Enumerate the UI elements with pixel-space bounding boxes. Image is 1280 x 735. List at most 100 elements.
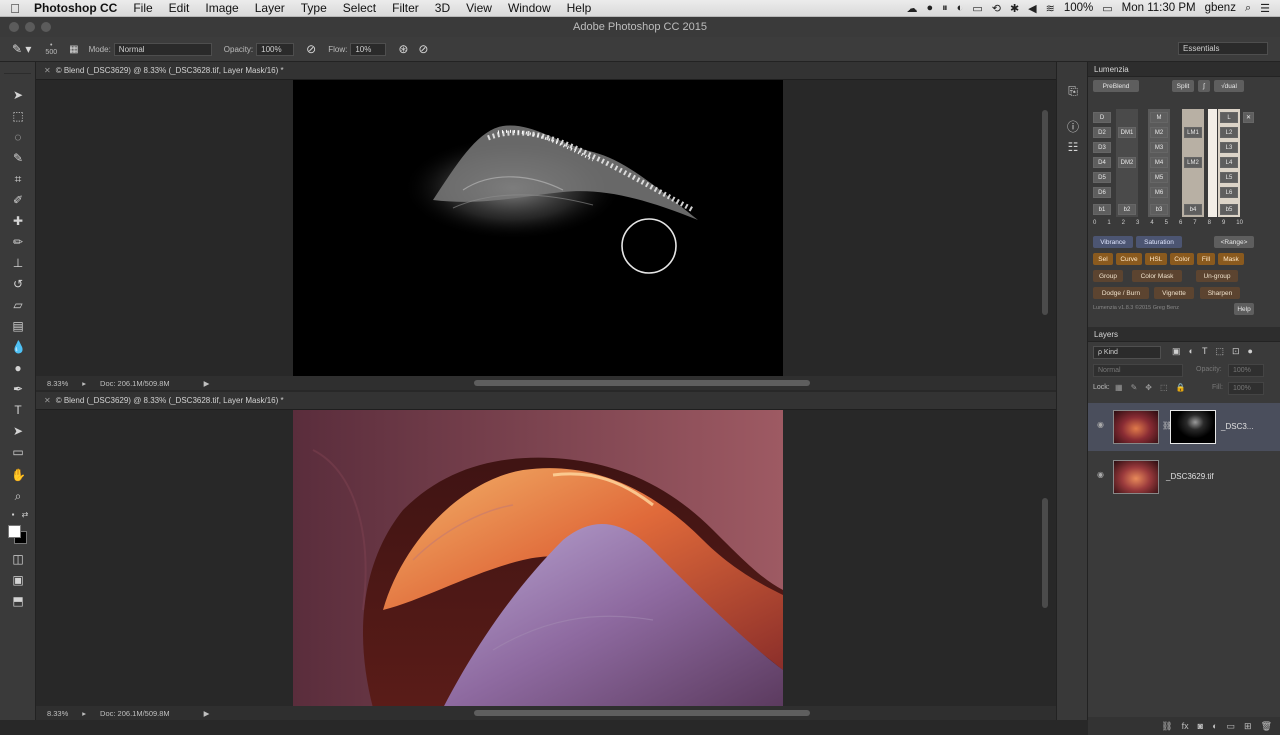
hand-tool-icon[interactable]: ✋ xyxy=(11,468,25,482)
visibility-eye-icon[interactable]: ◉ xyxy=(1097,470,1107,479)
d-button[interactable]: D xyxy=(1093,112,1111,123)
lm1-button[interactable]: LM1 xyxy=(1184,127,1202,138)
time-machine-icon[interactable]: ⟲ xyxy=(992,2,1001,15)
cloud-icon[interactable]: ☁ xyxy=(907,2,918,15)
brush-size-picker[interactable]: • 500 xyxy=(45,42,57,56)
brush-tool-icon[interactable]: ✏ xyxy=(11,235,25,249)
shape-tool-icon[interactable]: ▭ xyxy=(11,445,25,459)
lasso-tool-icon[interactable]: ◌ xyxy=(11,130,25,144)
filter-toggle-icon[interactable]: ● xyxy=(1248,346,1253,357)
menu-window[interactable]: Window xyxy=(500,1,559,15)
foreground-color-swatch[interactable] xyxy=(8,525,21,538)
status-arrow-icon[interactable]: ▶ xyxy=(204,379,210,388)
menu-view[interactable]: View xyxy=(458,1,500,15)
close-window-button[interactable] xyxy=(9,22,19,32)
saturation-button[interactable]: Saturation xyxy=(1136,236,1182,248)
menu-layer[interactable]: Layer xyxy=(247,1,293,15)
vertical-scrollbar-top[interactable] xyxy=(1042,110,1048,315)
zone-button[interactable]: √dual xyxy=(1214,80,1244,92)
l2-button[interactable]: L2 xyxy=(1220,127,1238,138)
eraser-tool-icon[interactable]: ▱ xyxy=(11,298,25,312)
adjustment-layer-icon[interactable]: ◐ xyxy=(1212,721,1217,731)
marquee-tool-icon[interactable]: ⬚ xyxy=(11,109,25,123)
layer-thumbnail[interactable] xyxy=(1113,410,1159,444)
path-selection-tool-icon[interactable]: ➤ xyxy=(11,424,25,438)
close-tab-icon[interactable]: ✕ xyxy=(44,396,51,405)
document-tab-top[interactable]: ✕ © Blend (_DSC3629) @ 8.33% (_DSC3628.t… xyxy=(36,62,1056,80)
vignette-button[interactable]: Vignette xyxy=(1154,287,1194,299)
type-tool-icon[interactable]: T xyxy=(11,403,25,417)
pixel-filter-icon[interactable]: ▣ xyxy=(1172,346,1181,357)
close-mask-button[interactable]: ✕ xyxy=(1243,112,1254,123)
dodge-tool-icon[interactable]: ● xyxy=(11,361,25,375)
menu-filter[interactable]: Filter xyxy=(384,1,427,15)
adjustment-filter-icon[interactable]: ◐ xyxy=(1189,346,1194,357)
l6-button[interactable]: L6 xyxy=(1220,187,1238,198)
clone-stamp-tool-icon[interactable]: ⊥ xyxy=(11,256,25,270)
layer-mask-image[interactable] xyxy=(293,80,783,378)
layer-row[interactable]: ◉ _DSC3629.tif xyxy=(1088,453,1280,501)
mask-button[interactable]: Mask xyxy=(1218,253,1244,265)
layer-filter-dropdown[interactable]: ρ Kind xyxy=(1093,346,1161,359)
smart-object-filter-icon[interactable]: ⊡ xyxy=(1232,346,1240,357)
crop-tool-icon[interactable]: ⌗ xyxy=(11,172,25,186)
zone-7[interactable]: 7 xyxy=(1193,220,1196,230)
fill-button[interactable]: Fill xyxy=(1197,253,1215,265)
eyedropper-tool-icon[interactable]: ✐ xyxy=(11,193,25,207)
m5-button[interactable]: M5 xyxy=(1150,172,1168,183)
l4-button[interactable]: L4 xyxy=(1220,157,1238,168)
zone-2[interactable]: 2 xyxy=(1122,220,1125,230)
visibility-eye-icon[interactable]: ◉ xyxy=(1097,420,1107,429)
add-mask-icon[interactable]: ◙ xyxy=(1198,721,1203,731)
gradient-tool-icon[interactable]: ▤ xyxy=(11,319,25,333)
display-icon[interactable]: ▭ xyxy=(972,2,982,15)
pressure-opacity-icon[interactable]: ⊘ xyxy=(306,42,316,56)
dm2-button[interactable]: DM2 xyxy=(1118,157,1136,168)
layer-thumbnail[interactable] xyxy=(1113,460,1159,494)
mode-dropdown[interactable]: Normal xyxy=(114,43,212,56)
swap-colors-icon[interactable]: ⇄ xyxy=(18,508,32,522)
type-filter-icon[interactable]: T xyxy=(1202,346,1208,357)
bluetooth-icon[interactable]: ✱ xyxy=(1010,2,1019,15)
hsl-button[interactable]: HSL xyxy=(1145,253,1167,265)
battery-percent[interactable]: 100% xyxy=(1064,2,1093,14)
horizontal-scrollbar-bottom[interactable] xyxy=(474,710,810,716)
zoom-window-button[interactable] xyxy=(41,22,51,32)
lm2-button[interactable]: LM2 xyxy=(1184,157,1202,168)
zone-1[interactable]: 1 xyxy=(1107,220,1110,230)
sync-icon[interactable]: ◐ xyxy=(957,2,964,14)
d5-button[interactable]: D5 xyxy=(1093,172,1111,183)
curve-button[interactable]: Curve xyxy=(1116,253,1142,265)
d4-button[interactable]: D4 xyxy=(1093,157,1111,168)
vertical-scrollbar-bottom[interactable] xyxy=(1042,498,1048,608)
dm1-button[interactable]: DM1 xyxy=(1118,127,1136,138)
color-button[interactable]: Color xyxy=(1170,253,1194,265)
screen-mode-icon[interactable]: ▣ xyxy=(11,573,25,587)
history-panel-icon[interactable]: ⎘ xyxy=(1065,84,1081,100)
m6-button[interactable]: M6 xyxy=(1150,187,1168,198)
ungroup-button[interactable]: Un-group xyxy=(1196,270,1238,282)
d3-button[interactable]: D3 xyxy=(1093,142,1111,153)
lock-position-icon[interactable]: ✥ xyxy=(1145,383,1152,392)
layer-name[interactable]: _DSC3629.tif xyxy=(1166,472,1214,481)
link-layers-icon[interactable]: ⛓ xyxy=(1161,721,1172,732)
zone-8[interactable]: 8 xyxy=(1208,220,1211,230)
l3-button[interactable]: L3 xyxy=(1220,142,1238,153)
brush-panel-toggle-icon[interactable]: ▦ xyxy=(69,44,78,55)
bottom-b3-button[interactable]: b3 xyxy=(1150,204,1168,215)
l5-button[interactable]: L5 xyxy=(1220,172,1238,183)
menu-type[interactable]: Type xyxy=(293,1,335,15)
menu-select[interactable]: Select xyxy=(335,1,384,15)
zoom-tool-icon[interactable]: ⌕ xyxy=(11,489,25,503)
wifi-icon[interactable]: ≋ xyxy=(1046,2,1055,15)
sel-button[interactable]: Sel xyxy=(1093,253,1113,265)
m4-button[interactable]: M4 xyxy=(1150,157,1168,168)
document-tab-bottom[interactable]: ✕ © Blend (_DSC3629) @ 8.33% (_DSC3628.t… xyxy=(36,392,1056,410)
bottom-b5-button[interactable]: b5 xyxy=(1220,204,1238,215)
sharpen-button[interactable]: Sharpen xyxy=(1200,287,1240,299)
layer-style-icon[interactable]: fx xyxy=(1182,721,1189,731)
group-button[interactable]: Group xyxy=(1093,270,1123,282)
d6-button[interactable]: D6 xyxy=(1093,187,1111,198)
healing-brush-tool-icon[interactable]: ✚ xyxy=(11,214,25,228)
check-circle-icon[interactable]: ● xyxy=(927,2,934,14)
